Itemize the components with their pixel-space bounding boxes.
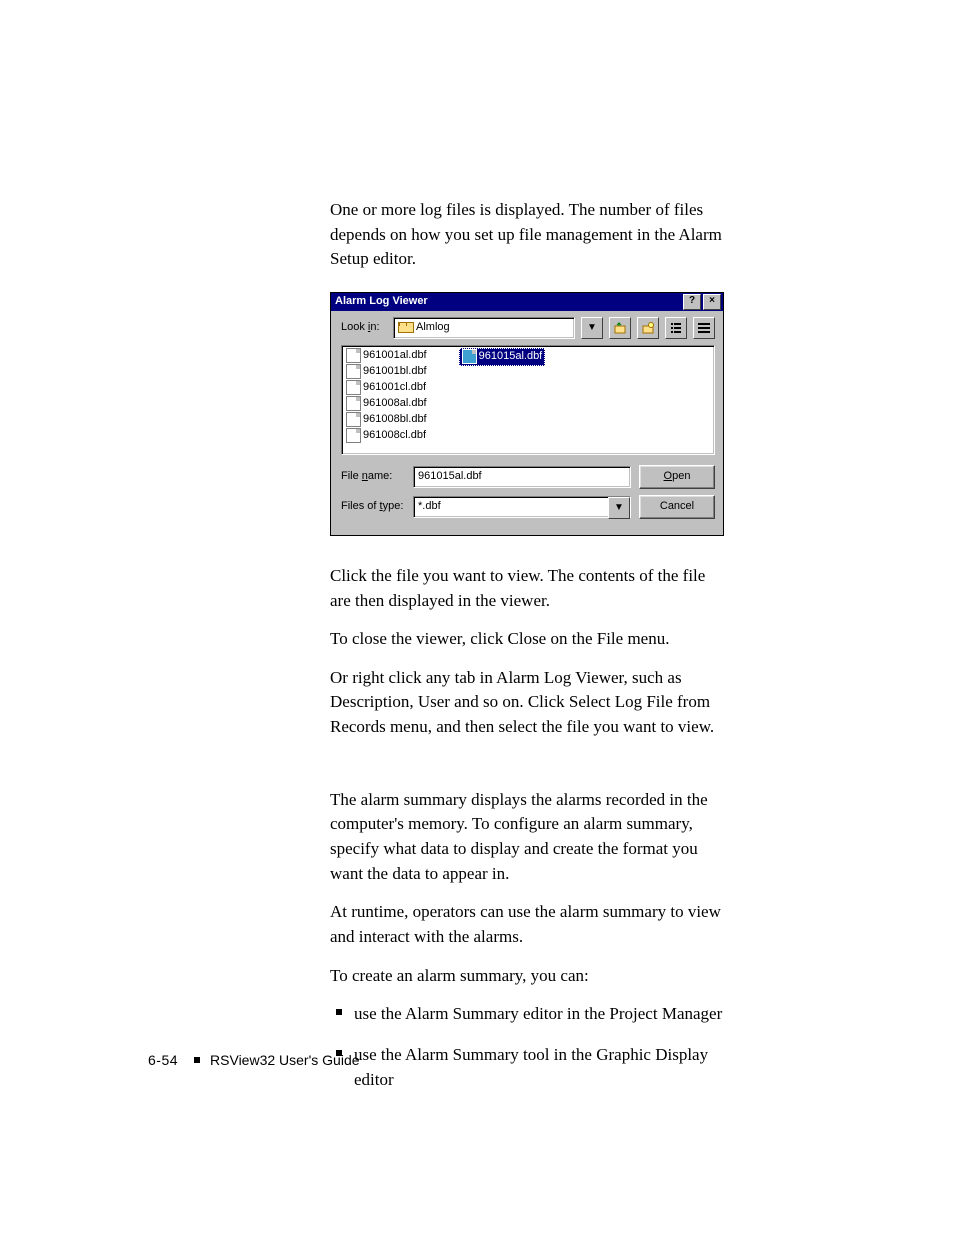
file-icon: [462, 349, 477, 364]
close-button[interactable]: ×: [703, 294, 721, 310]
file-icon: [346, 348, 361, 363]
alarm-log-viewer-dialog: Alarm Log Viewer ? × Look in: Almlog ▼: [330, 292, 724, 536]
file-item[interactable]: 961008al.dbf: [344, 396, 429, 412]
file-item[interactable]: 961001al.dbf: [344, 348, 429, 364]
body-paragraph: To close the viewer, click Close on the …: [330, 627, 725, 652]
file-name-label: File name:: [341, 469, 405, 485]
page-number: 6-54: [148, 1050, 178, 1070]
page-footer: 6-54 RSView32 User's Guide: [148, 1050, 360, 1070]
file-icon: [346, 428, 361, 443]
lookin-value: Almlog: [416, 320, 450, 336]
file-item[interactable]: 961001cl.dbf: [344, 380, 429, 396]
bullet-item: use the Alarm Summary editor in the Proj…: [330, 1002, 725, 1027]
lookin-field[interactable]: Almlog: [393, 317, 575, 339]
file-name-input[interactable]: 961015al.dbf: [413, 466, 631, 488]
title-bar: Alarm Log Viewer ? ×: [331, 293, 723, 311]
file-icon: [346, 380, 361, 395]
file-list-pane[interactable]: 961001al.dbf 961001bl.dbf 961001cl.dbf 9…: [341, 345, 715, 455]
bullet-item: use the Alarm Summary tool in the Graphi…: [330, 1043, 725, 1092]
open-button[interactable]: Open: [639, 465, 715, 489]
file-item[interactable]: 961008cl.dbf: [344, 428, 429, 444]
file-item[interactable]: 961001bl.dbf: [344, 364, 429, 380]
file-type-dropdown-button[interactable]: ▼: [608, 497, 630, 519]
file-item-selected[interactable]: 961015al.dbf: [459, 348, 546, 366]
file-item[interactable]: 961008bl.dbf: [344, 412, 429, 428]
file-type-label: Files of type:: [341, 499, 405, 515]
list-view-button[interactable]: [665, 317, 687, 339]
help-button[interactable]: ?: [683, 294, 701, 310]
details-view-button[interactable]: [693, 317, 715, 339]
body-paragraph: The alarm summary displays the alarms re…: [330, 788, 725, 887]
file-icon: [346, 364, 361, 379]
lookin-label: Look in:: [341, 320, 387, 336]
body-paragraph: Or right click any tab in Alarm Log View…: [330, 666, 725, 740]
up-folder-button[interactable]: [609, 317, 631, 339]
file-icon: [346, 412, 361, 427]
body-paragraph: To create an alarm summary, you can:: [330, 964, 725, 989]
book-title: RSView32 User's Guide: [210, 1050, 359, 1070]
footer-bullet-icon: [194, 1057, 200, 1063]
file-type-select[interactable]: *.dbf ▼: [413, 496, 631, 518]
dialog-title: Alarm Log Viewer: [335, 294, 428, 310]
file-icon: [346, 396, 361, 411]
lookin-dropdown-button[interactable]: ▼: [581, 317, 603, 339]
new-folder-button[interactable]: [637, 317, 659, 339]
body-paragraph: Click the file you want to view. The con…: [330, 564, 725, 613]
intro-paragraph: One or more log files is displayed. The …: [330, 198, 725, 272]
body-paragraph: At runtime, operators can use the alarm …: [330, 900, 725, 949]
cancel-button[interactable]: Cancel: [639, 495, 715, 519]
folder-icon: [398, 322, 412, 333]
